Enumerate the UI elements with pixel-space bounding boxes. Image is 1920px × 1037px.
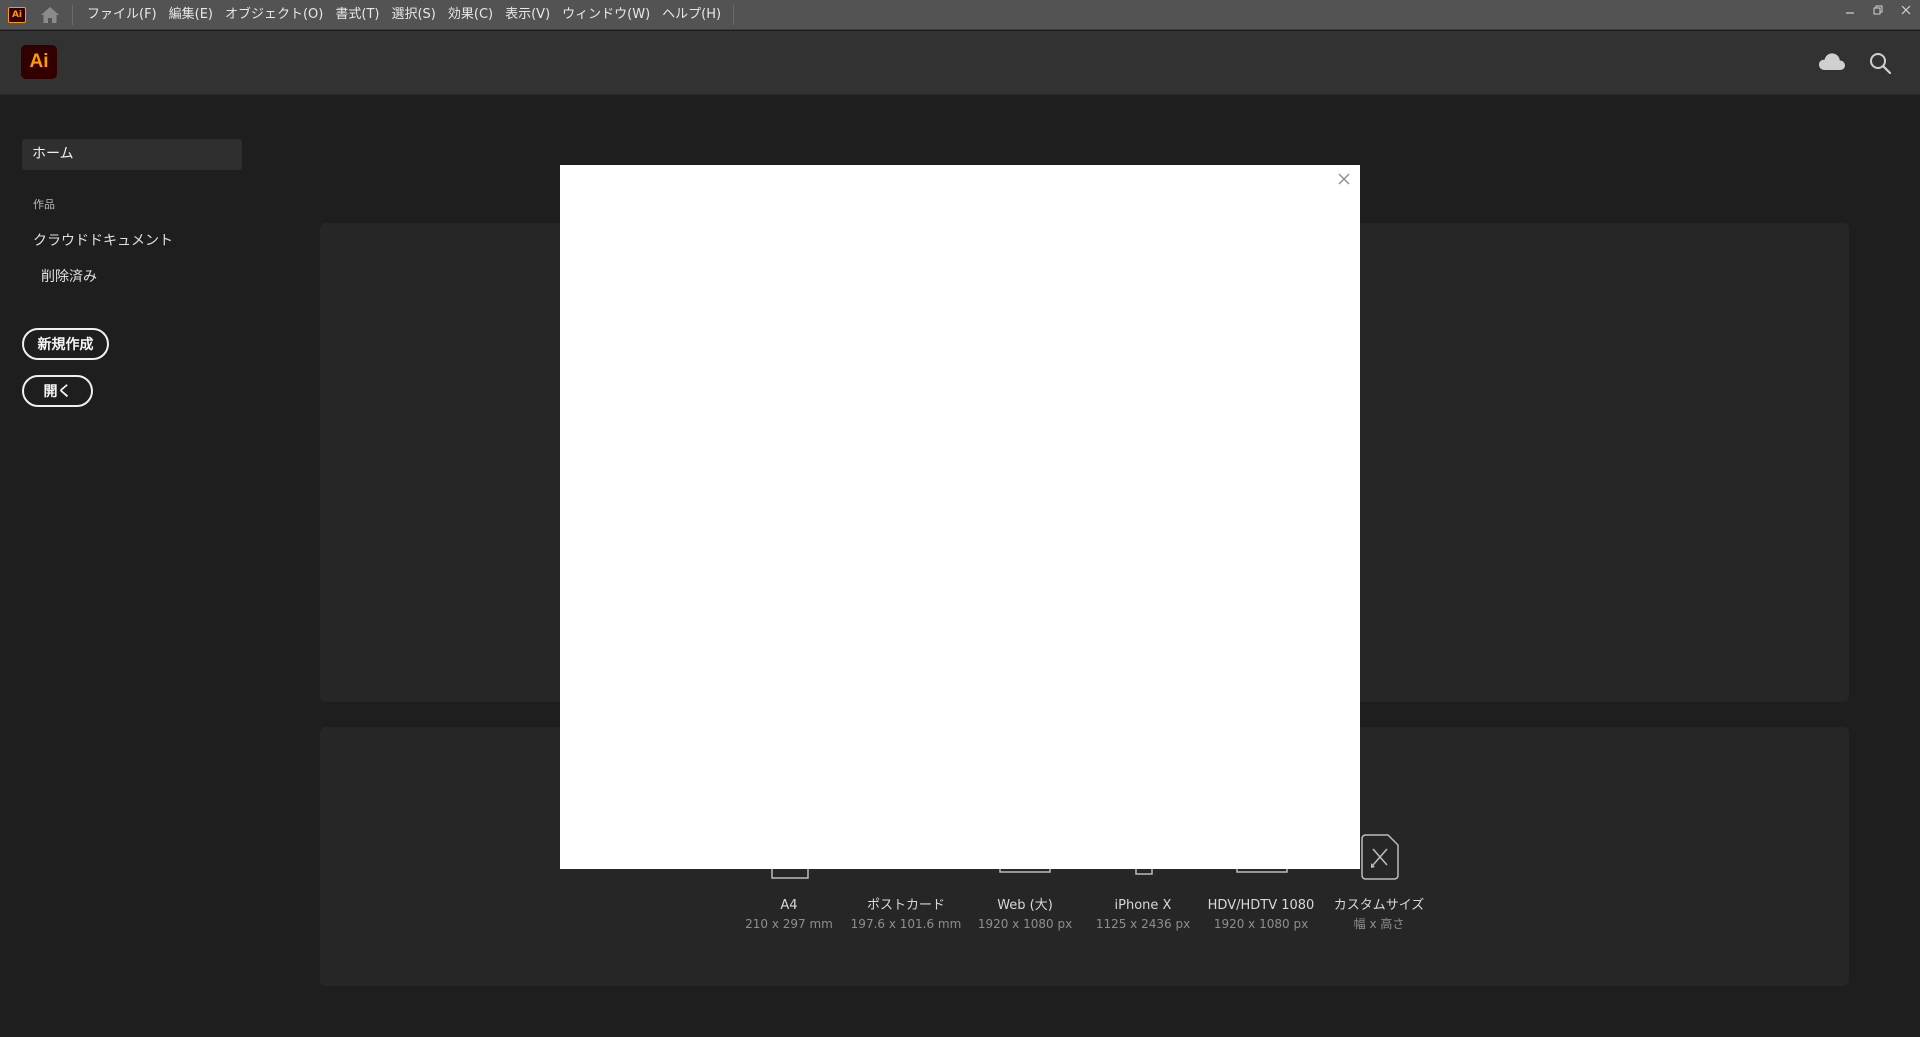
sidebar-item-cloud-documents[interactable]: クラウドドキュメント <box>33 230 173 250</box>
menu-separator <box>733 4 735 25</box>
sidebar-section-label: 作品 <box>33 198 55 211</box>
search-icon[interactable] <box>1868 51 1892 75</box>
app-icon: Ai <box>8 6 26 23</box>
app-header: Ai <box>0 31 1920 95</box>
menu-object[interactable]: オブジェクト(O) <box>219 0 329 30</box>
sidebar-item-deleted[interactable]: 削除済み <box>41 266 97 286</box>
preset-name: カスタムサイズ <box>1333 898 1425 913</box>
menu-edit[interactable]: 編集(E) <box>163 0 219 30</box>
preset-size: 幅 x 高さ <box>1353 917 1405 931</box>
preset-size: 1125 x 2436 px <box>1095 917 1191 931</box>
preset-custom-icon[interactable] <box>1361 834 1399 880</box>
preset-iphone-x[interactable]: iPhone X 1125 x 2436 px <box>1083 897 1203 933</box>
modal-dialog <box>560 165 1360 869</box>
preset-web-large[interactable]: Web (大) 1920 x 1080 px <box>965 897 1085 933</box>
menu-type[interactable]: 書式(T) <box>329 0 385 30</box>
new-file-button[interactable]: 新規作成 <box>22 328 109 360</box>
sidebar: ホーム 作品 クラウドドキュメント 削除済み 新規作成 開く <box>0 96 260 1037</box>
preset-size: 210 x 297 mm <box>745 917 833 931</box>
restore-icon[interactable] <box>1864 0 1892 20</box>
close-window-icon[interactable] <box>1892 0 1920 20</box>
window-controls <box>1836 0 1920 20</box>
menu-bar: Ai ファイル(F) 編集(E) オブジェクト(O) 書式(T) 選択(S) 効… <box>0 0 1920 30</box>
preset-custom-size[interactable]: カスタムサイズ 幅 x 高さ <box>1319 897 1439 933</box>
menu-separator <box>72 4 73 25</box>
menu-window[interactable]: ウィンドウ(W) <box>556 0 656 30</box>
preset-name: ポストカード <box>866 898 945 913</box>
preset-a4[interactable]: A4 210 x 297 mm <box>729 897 849 933</box>
minimize-icon[interactable] <box>1836 0 1864 20</box>
preset-name: A4 <box>780 898 798 913</box>
menu-effect[interactable]: 効果(C) <box>442 0 499 30</box>
preset-postcard[interactable]: ポストカード 197.6 x 101.6 mm <box>846 897 966 933</box>
menu-help[interactable]: ヘルプ(H) <box>656 0 727 30</box>
menu-file[interactable]: ファイル(F) <box>81 0 163 30</box>
menu-select[interactable]: 選択(S) <box>385 0 441 30</box>
preset-size: 1920 x 1080 px <box>1213 917 1309 931</box>
open-file-button[interactable]: 開く <box>22 375 93 407</box>
preset-size: 197.6 x 101.6 mm <box>850 917 962 931</box>
preset-name: Web (大) <box>997 898 1053 913</box>
menu-view[interactable]: 表示(V) <box>499 0 556 30</box>
preset-name: iPhone X <box>1114 898 1172 913</box>
preset-name: HDV/HDTV 1080 <box>1207 898 1315 913</box>
cloud-icon[interactable] <box>1818 51 1846 73</box>
preset-size: 1920 x 1080 px <box>977 917 1073 931</box>
close-icon[interactable] <box>1336 171 1352 187</box>
home-icon[interactable] <box>40 6 60 24</box>
sidebar-item-home[interactable]: ホーム <box>22 139 242 170</box>
preset-hdtv[interactable]: HDV/HDTV 1080 1920 x 1080 px <box>1201 897 1321 933</box>
illustrator-logo: Ai <box>21 45 57 79</box>
